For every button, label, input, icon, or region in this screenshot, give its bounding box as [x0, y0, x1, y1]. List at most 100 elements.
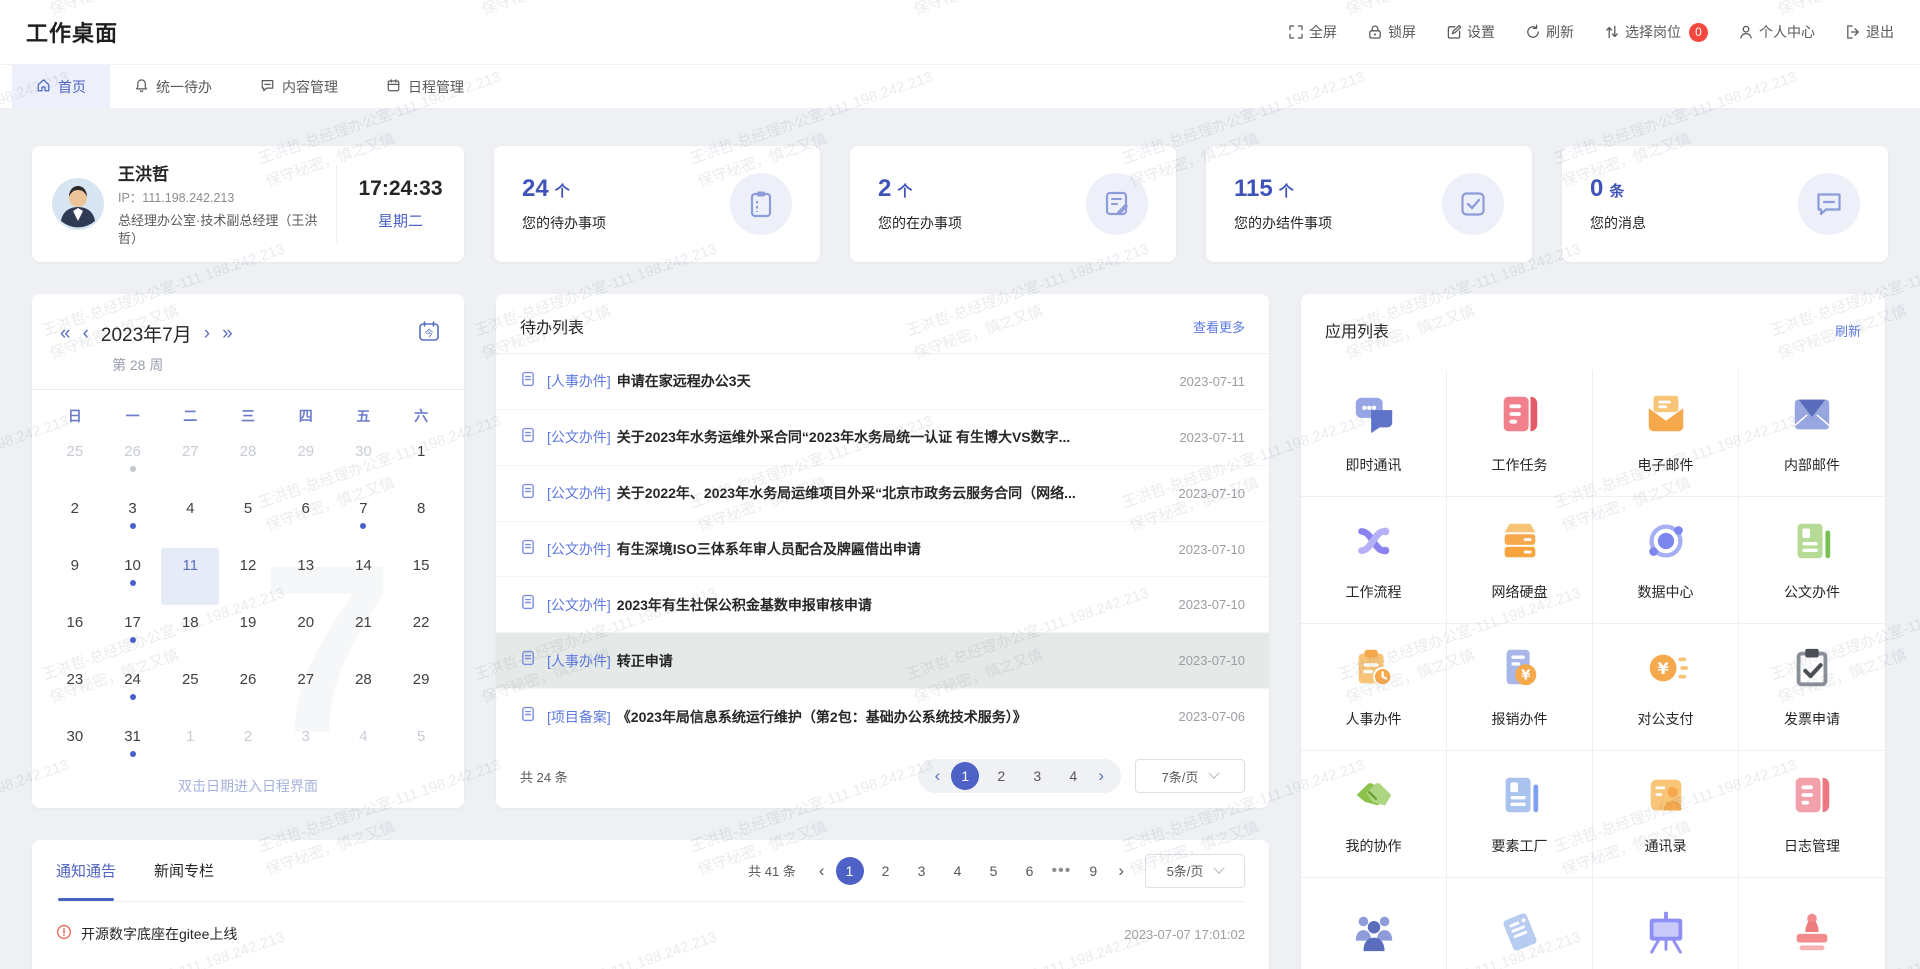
notice-tab-0[interactable]: 通知通告: [56, 840, 116, 901]
refresh-button[interactable]: 刷新: [1525, 22, 1574, 42]
select-post-button[interactable]: 选择岗位0: [1604, 22, 1708, 42]
tab-content-mgmt[interactable]: 内容管理: [236, 65, 362, 108]
calendar-day[interactable]: 28: [335, 662, 393, 719]
notice-item[interactable]: 开源数字底座在gitee上线2023-07-07 17:01:02: [56, 910, 1245, 958]
todo-item-title[interactable]: 申请在家远程办公3天: [617, 371, 1162, 391]
calendar-day[interactable]: 21: [335, 605, 393, 662]
app-official-doc[interactable]: 公文办件: [1739, 497, 1885, 624]
todo-item-title[interactable]: 有生深境ISO三体系年审人员配合及牌匾借出申请: [617, 539, 1161, 559]
calendar-day[interactable]: 17: [104, 605, 162, 662]
page-3[interactable]: 3: [908, 857, 936, 885]
calendar-day[interactable]: 24: [104, 662, 162, 719]
todo-item[interactable]: [公文办件] 关于2023年水务运维外采合同“2023年水务局统一认证 有生博大V…: [496, 410, 1269, 466]
calendar-day[interactable]: 31: [104, 719, 162, 776]
calendar-day[interactable]: 29: [277, 434, 335, 491]
calendar-day[interactable]: 10: [104, 548, 162, 605]
app-reimburse[interactable]: ¥报销办件: [1447, 624, 1593, 751]
calendar-day[interactable]: 29: [392, 662, 450, 719]
personal-center-button[interactable]: 个人中心: [1738, 22, 1815, 42]
tab-unified-todo[interactable]: 统一待办: [110, 65, 236, 108]
todo-item[interactable]: [公文办件]2023年有生社保公积金基数申报审核申请2023-07-10: [496, 577, 1269, 633]
stat-card-3[interactable]: 0条 您的消息: [1562, 146, 1888, 262]
todo-category[interactable]: [公文办件]: [547, 427, 611, 447]
pager-ellipsis[interactable]: •••: [1052, 862, 1072, 880]
stat-card-0[interactable]: 24个 您的待办事项: [494, 146, 820, 262]
app-internal-mail[interactable]: 内部邮件: [1739, 370, 1885, 497]
todo-item[interactable]: [人事办件]转正申请2023-07-10: [496, 633, 1269, 689]
todo-page-size-select[interactable]: 7条/页: [1135, 759, 1245, 793]
calendar-day[interactable]: 13: [277, 548, 335, 605]
todo-category[interactable]: [公文办件]: [547, 595, 611, 615]
prev-month-icon[interactable]: ‹: [77, 324, 95, 343]
tab-schedule-mgmt[interactable]: 日程管理: [362, 65, 488, 108]
calendar-day[interactable]: 27: [277, 662, 335, 719]
next-month-icon[interactable]: ›: [198, 324, 216, 343]
todo-item-title[interactable]: 2023年有生社保公积金基数申报审核申请: [617, 595, 1161, 615]
app-contacts[interactable]: 通讯录: [1593, 751, 1739, 878]
app-factory[interactable]: 要素工厂: [1447, 751, 1593, 878]
calendar-day[interactable]: 30: [335, 434, 393, 491]
app-board[interactable]: [1593, 878, 1739, 969]
page-2[interactable]: 2: [987, 762, 1015, 790]
calendar-day[interactable]: 7: [335, 491, 393, 548]
page-6[interactable]: 6: [1016, 857, 1044, 885]
next-page-icon[interactable]: ›: [1111, 861, 1131, 881]
calendar-day[interactable]: 30: [46, 719, 104, 776]
calendar-day[interactable]: 26: [104, 434, 162, 491]
calendar-day[interactable]: 2: [219, 719, 277, 776]
logout-button[interactable]: 退出: [1845, 22, 1894, 42]
app-collab[interactable]: 我的协作: [1301, 751, 1447, 878]
app-workflow[interactable]: 工作流程: [1301, 497, 1447, 624]
app-task[interactable]: 工作任务: [1447, 370, 1593, 497]
stat-card-1[interactable]: 2个 您的在办事项: [850, 146, 1176, 262]
calendar-day[interactable]: 8: [392, 491, 450, 548]
calendar-day-selected[interactable]: 11: [161, 548, 219, 605]
todo-category[interactable]: [项目备案]: [547, 707, 611, 727]
next-page-icon[interactable]: ›: [1091, 766, 1111, 786]
calendar-day[interactable]: 27: [161, 434, 219, 491]
calendar-day[interactable]: 14: [335, 548, 393, 605]
calendar-day[interactable]: 1: [161, 719, 219, 776]
calendar-day[interactable]: 5: [219, 491, 277, 548]
todo-category[interactable]: [公文办件]: [547, 539, 611, 559]
calendar-day[interactable]: 3: [277, 719, 335, 776]
page-3[interactable]: 3: [1023, 762, 1051, 790]
prev-page-icon[interactable]: ‹: [928, 766, 948, 786]
app-datacenter[interactable]: 数据中心: [1593, 497, 1739, 624]
today-icon[interactable]: 今: [418, 320, 440, 347]
notice-page-size-select[interactable]: 5条/页: [1145, 854, 1245, 888]
calendar-day[interactable]: 12: [219, 548, 277, 605]
calendar-day[interactable]: 16: [46, 605, 104, 662]
todo-category[interactable]: [人事办件]: [547, 651, 611, 671]
calendar-day[interactable]: 23: [46, 662, 104, 719]
todo-item[interactable]: [人事办件]申请在家远程办公3天2023-07-11: [496, 354, 1269, 410]
todo-item-title[interactable]: 关于2023年水务运维外采合同“2023年水务局统一认证 有生博大VS数字...: [617, 427, 1162, 447]
app-payment[interactable]: ¥对公支付: [1593, 624, 1739, 751]
avatar[interactable]: [52, 178, 104, 230]
app-netdisk[interactable]: 网络硬盘: [1447, 497, 1593, 624]
todo-item[interactable]: [公文办件]有生深境ISO三体系年审人员配合及牌匾借出申请2023-07-10: [496, 522, 1269, 578]
calendar-day[interactable]: 4: [335, 719, 393, 776]
calendar-day[interactable]: 20: [277, 605, 335, 662]
next-year-icon[interactable]: »: [216, 324, 239, 343]
calendar-day[interactable]: 15: [392, 548, 450, 605]
apps-refresh-link[interactable]: 刷新: [1835, 321, 1861, 340]
settings-button[interactable]: 设置: [1446, 22, 1495, 42]
page-5[interactable]: 5: [980, 857, 1008, 885]
app-invoice[interactable]: 发票申请: [1739, 624, 1885, 751]
calendar-day[interactable]: 5: [392, 719, 450, 776]
calendar-day[interactable]: 25: [46, 434, 104, 491]
todo-item[interactable]: [公文办件]关于2022年、2023年水务局运维项目外采“北京市政务云服务合同（…: [496, 466, 1269, 522]
calendar-day[interactable]: 6: [277, 491, 335, 548]
calendar-day[interactable]: 25: [161, 662, 219, 719]
todo-category[interactable]: [公文办件]: [547, 483, 611, 503]
calendar-day[interactable]: 3: [104, 491, 162, 548]
notice-item-title[interactable]: 开源数字底座在gitee上线: [81, 924, 237, 944]
calendar-day[interactable]: 26: [219, 662, 277, 719]
calendar-day[interactable]: 18: [161, 605, 219, 662]
page-1[interactable]: 1: [836, 857, 864, 885]
tab-home[interactable]: 首页: [12, 65, 110, 108]
calendar-day[interactable]: 22: [392, 605, 450, 662]
prev-page-icon[interactable]: ‹: [812, 861, 832, 881]
todo-item-title[interactable]: 《2023年局信息系统运行维护（第2包：基础办公系统技术服务）》: [617, 707, 1161, 727]
